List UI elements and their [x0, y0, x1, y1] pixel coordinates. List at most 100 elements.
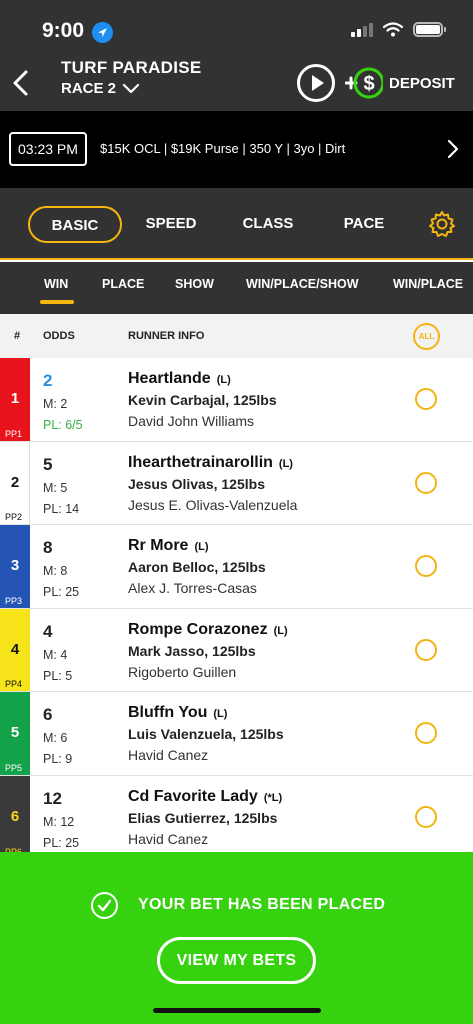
post-position-stripe: 5 PP5 — [0, 692, 30, 775]
post-position-label: PP1 — [5, 428, 23, 439]
pool-tab-win-place[interactable]: WIN/PLACE — [393, 277, 463, 291]
horse-name-text: Cd Favorite Lady — [128, 787, 258, 805]
tab-class[interactable]: CLASS — [233, 206, 303, 243]
view-my-bets-button[interactable]: VIEW MY BETS — [157, 937, 316, 984]
post-position-number: 1 — [10, 390, 20, 407]
post-position-number: 2 — [10, 473, 20, 491]
deposit-label: DEPOSIT — [389, 74, 455, 92]
runner-row[interactable]: 2 PP2 5 M: 5 PL: 14 Ihearthetrainarollin… — [0, 441, 473, 526]
tab-speed[interactable]: SPEED — [136, 206, 206, 243]
morning-line-odds: M: 2 — [43, 397, 68, 411]
post-position-label: PP5 — [5, 762, 23, 773]
pool-tab-win-place-show[interactable]: WIN/PLACE/SHOW — [246, 277, 359, 291]
jockey-weight: Aaron Belloc, 125lbs — [128, 559, 266, 576]
col-odds-header: ODDS — [43, 330, 75, 342]
medication-tag: (L) — [278, 457, 293, 470]
medication-tag: (L) — [194, 541, 209, 554]
wifi-icon — [383, 22, 403, 37]
bet-type-tabs: BASIC SPEED CLASS PACE — [0, 188, 473, 260]
place-odds: PL: 14 — [43, 501, 80, 516]
runner-row[interactable]: 4 PP4 4 M: 4 PL: 5 Rompe Corazonez (L) Ma… — [0, 608, 473, 693]
odds-value: 2 — [43, 371, 53, 390]
place-odds: PL: 25 — [43, 835, 80, 850]
post-position-stripe: 3 PP3 — [0, 525, 30, 608]
runner-select-radio[interactable] — [415, 471, 437, 494]
col-num-header: # — [14, 330, 21, 342]
pool-tab-show[interactable]: SHOW — [175, 277, 214, 291]
jockey-weight: Jesus Olivas, 125lbs — [128, 475, 265, 492]
medication-tag: (*L) — [263, 791, 283, 804]
svg-text:$: $ — [363, 73, 374, 95]
deposit-button[interactable]: $ DEPOSIT — [344, 66, 455, 100]
post-position-number: 5 — [10, 724, 20, 742]
tab-pace[interactable]: PACE — [329, 206, 399, 243]
medication-tag: (L) — [213, 708, 228, 721]
col-runner-info-header: RUNNER INFO — [128, 330, 205, 342]
gear-icon[interactable] — [428, 210, 456, 238]
pool-tab-win[interactable]: WIN — [44, 277, 68, 291]
odds-value: 5 — [43, 454, 53, 474]
top-nav: TURF PARADISE RACE 2 $ DEPOSIT — [0, 56, 473, 111]
home-indicator[interactable] — [153, 1008, 321, 1013]
runner-list: 1 PP1 2 M: 2 PL: 6/5 Heartlande (L) Kevin… — [0, 358, 473, 860]
jockey-weight: Mark Jasso, 125lbs — [128, 642, 256, 659]
tab-basic[interactable]: BASIC — [28, 206, 122, 243]
morning-line-odds: M: 4 — [43, 647, 68, 662]
horse-name: Cd Favorite Lady (*L) — [128, 788, 282, 806]
place-odds: PL: 25 — [43, 585, 80, 600]
race-label: RACE 2 — [61, 80, 117, 97]
select-all-button[interactable]: ALL — [413, 323, 440, 350]
post-time-badge: 03:23 PM — [9, 132, 87, 166]
runner-select-radio[interactable] — [415, 388, 437, 410]
post-position-label: PP4 — [5, 679, 23, 690]
status-indicators — [351, 22, 446, 37]
race-info-bar[interactable]: 03:23 PM $15K OCL | $19K Purse | 350 Y |… — [0, 111, 473, 188]
horse-name-text: Heartlande — [128, 370, 211, 387]
post-position-stripe: 2 PP2 — [0, 441, 30, 525]
runner-row[interactable]: 3 PP3 8 M: 8 PL: 25 Rr More (L) Aaron Bel… — [0, 525, 473, 609]
status-time: 9:00 — [42, 19, 85, 42]
back-chevron-icon[interactable] — [8, 66, 34, 100]
morning-line-odds: M: 6 — [43, 731, 68, 746]
check-circle-icon — [91, 892, 118, 919]
runner-row[interactable]: 5 PP5 6 M: 6 PL: 9 Bluffn You (L) Luis Va… — [0, 692, 473, 776]
active-tab-indicator — [40, 300, 74, 304]
runner-row[interactable]: 1 PP1 2 M: 2 PL: 6/5 Heartlande (L) Kevin… — [0, 358, 473, 442]
post-position-number: 3 — [10, 557, 20, 575]
medication-tag: (L) — [216, 374, 231, 386]
jockey-weight: Elias Gutierrez, 125lbs — [128, 809, 278, 826]
trainer-name: Havid Canez — [128, 747, 209, 764]
pool-tab-place[interactable]: PLACE — [102, 277, 144, 291]
cellular-signal-icon — [351, 22, 373, 37]
post-position-label: PP3 — [5, 595, 23, 606]
horse-name: Heartlande (L) — [128, 370, 231, 388]
runner-select-radio[interactable] — [415, 722, 437, 745]
runner-select-radio[interactable] — [415, 555, 437, 578]
runner-row[interactable]: 6 PP6 12 M: 12 PL: 25 Cd Favorite Lady (*… — [0, 775, 473, 860]
post-position-stripe: 4 PP4 — [0, 608, 30, 692]
runner-select-radio[interactable] — [415, 805, 437, 828]
place-odds: PL: 6/5 — [43, 418, 83, 432]
trainer-name: Jesus E. Olivas-Valenzuela — [128, 496, 298, 513]
place-odds: PL: 9 — [43, 752, 73, 767]
track-name: TURF PARADISE — [61, 58, 202, 77]
play-video-icon[interactable] — [297, 64, 335, 102]
odds-value: 6 — [43, 705, 53, 725]
trainer-name: Rigoberto Guillen — [128, 663, 237, 680]
odds-value: 4 — [43, 621, 53, 641]
post-position-stripe: 6 PP6 — [0, 775, 30, 859]
runner-select-radio[interactable] — [415, 638, 437, 661]
post-position-number: 6 — [10, 807, 20, 825]
jockey-weight: Kevin Carbajal, 125lbs — [128, 392, 277, 408]
horse-name: Rr More (L) — [128, 537, 209, 555]
plus-dollar-icon: $ — [344, 66, 385, 100]
pool-tabs: WIN PLACE SHOW WIN/PLACE/SHOW WIN/PLACE — [0, 262, 473, 314]
chevron-down-icon — [122, 83, 140, 93]
post-position-label: PP2 — [5, 512, 23, 523]
odds-value: 12 — [43, 788, 62, 808]
jockey-weight: Luis Valenzuela, 125lbs — [128, 726, 284, 743]
chevron-right-icon[interactable] — [447, 139, 459, 159]
race-selector[interactable]: RACE 2 — [61, 80, 140, 97]
horse-name-text: Bluffn You — [128, 704, 208, 722]
race-description: $15K OCL | $19K Purse | 350 Y | 3yo | Di… — [100, 141, 346, 156]
